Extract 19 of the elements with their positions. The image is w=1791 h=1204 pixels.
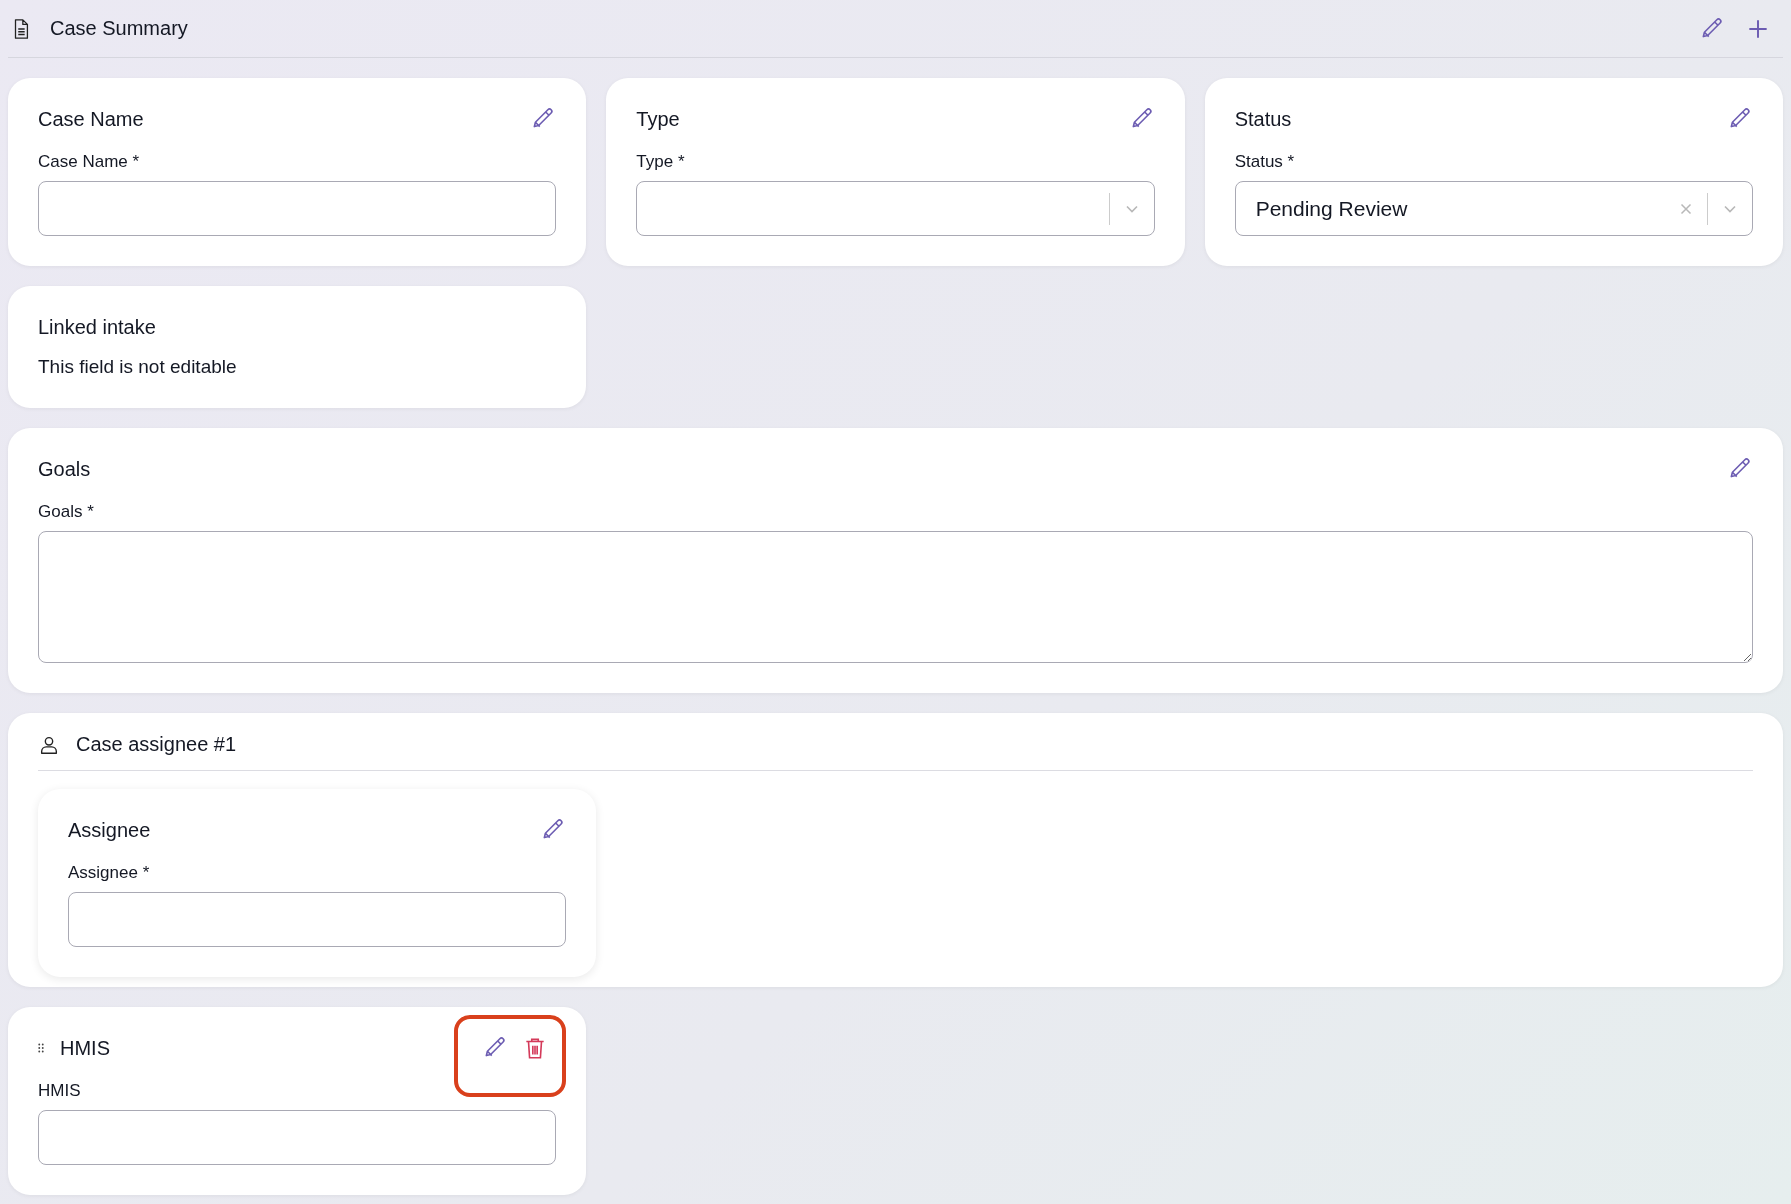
field-label: Status * [1234,152,1296,172]
field-label: Assignee * [68,863,151,883]
text-input[interactable] [68,892,567,947]
read-only-text: This field is not editable [38,356,238,378]
field-label: Case Name * [38,152,141,172]
card-title: Type [636,107,680,131]
field-label: Goals * [38,502,95,522]
field-label: HMIS [38,1081,82,1101]
card-title: Status [1234,107,1292,131]
text-input[interactable] [38,181,557,236]
card-title: Goals [38,457,91,481]
section-title: Case Summary [50,17,188,40]
card-title: HMIS [60,1036,110,1060]
field-label: Type * [636,152,686,172]
text-input[interactable] [38,1110,557,1165]
card-title: Case Name [38,107,144,131]
card-title: Linked intake [38,315,156,339]
card-title: Assignee [68,818,151,842]
section-title: Case assignee #1 [76,733,237,756]
